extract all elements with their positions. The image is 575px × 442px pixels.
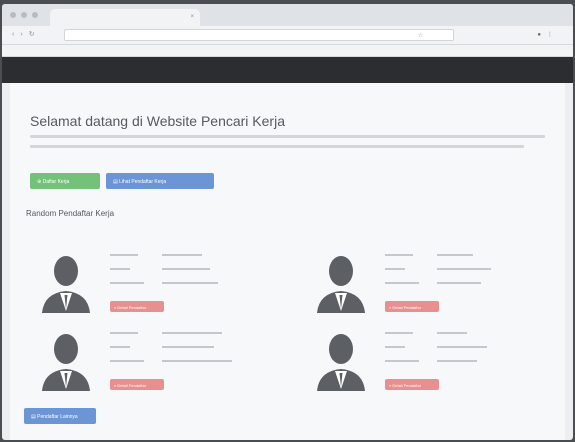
card-field — [385, 343, 545, 353]
user-avatar-icon — [42, 256, 90, 313]
user-avatar-icon — [317, 256, 365, 313]
bookmarks-bar — [2, 45, 573, 57]
screen: × ‹›↻ ☆ ●⋮ Selamat datang di Website Pen… — [2, 4, 573, 440]
window-controls[interactable] — [10, 12, 38, 18]
nav-buttons[interactable]: ‹›↻ — [12, 30, 41, 38]
applicant-card: ⌕ Detail Pendaftar — [315, 251, 555, 323]
card-field — [110, 329, 270, 339]
card-field — [110, 265, 270, 275]
maximize-window-icon[interactable] — [32, 12, 38, 18]
card-field — [385, 329, 545, 339]
detail-label: Detail Pendaftar — [117, 305, 147, 310]
address-bar: ‹›↻ ☆ ●⋮ — [2, 26, 573, 45]
lihat-pendaftar-button[interactable]: ▤ Lihat Pendaftar Kerja — [106, 173, 214, 189]
card-field — [385, 265, 545, 275]
browser-tab[interactable]: × — [50, 9, 200, 26]
detail-pendaftar-button[interactable]: ⌕ Detail Pendaftar — [110, 301, 164, 312]
detail-pendaftar-button[interactable]: ⌕ Detail Pendaftar — [110, 379, 164, 390]
page-description — [30, 135, 545, 155]
detail-label: Detail Pendaftar — [392, 305, 422, 310]
bookmark-star-icon[interactable]: ☆ — [418, 30, 423, 42]
browser-tabbar: × — [2, 4, 573, 26]
detail-label: Detail Pendaftar — [392, 383, 422, 388]
card-field — [110, 343, 270, 353]
pendaftar-lainnya-label: Pendaftar Lainnya — [37, 414, 78, 420]
close-window-icon[interactable] — [10, 12, 16, 18]
minimize-window-icon[interactable] — [21, 12, 27, 18]
reload-icon[interactable]: ↻ — [29, 31, 41, 38]
extension-icon[interactable]: ● — [537, 32, 547, 38]
url-input[interactable]: ☆ — [64, 29, 454, 41]
extension-icons[interactable]: ●⋮ — [537, 31, 559, 38]
card-field — [385, 251, 545, 261]
description-line — [30, 145, 525, 148]
daftar-kerja-label: Daftar Kerja — [42, 179, 70, 185]
applicant-card: ⌕ Detail Pendaftar — [40, 329, 280, 401]
close-tab-icon[interactable]: × — [190, 9, 194, 26]
card-field — [385, 357, 545, 367]
description-line — [30, 135, 545, 138]
page-title: Selamat datang di Website Pencari Kerja — [30, 113, 285, 129]
card-field — [110, 251, 270, 261]
user-avatar-icon — [42, 334, 90, 391]
card-field — [385, 279, 545, 289]
detail-pendaftar-button[interactable]: ⌕ Detail Pendaftar — [385, 379, 439, 390]
pendaftar-lainnya-button[interactable]: ▤ Pendaftar Lainnya — [24, 408, 96, 424]
daftar-kerja-button[interactable]: ⊕ Daftar Kerja — [30, 173, 100, 189]
card-field — [110, 279, 270, 289]
user-avatar-icon — [317, 334, 365, 391]
site-navbar — [2, 57, 573, 83]
applicant-card: ⌕ Detail Pendaftar — [40, 251, 280, 323]
page-content: Selamat datang di Website Pencari Kerja … — [10, 83, 565, 440]
applicant-card: ⌕ Detail Pendaftar — [315, 329, 555, 401]
detail-label: Detail Pendaftar — [117, 383, 147, 388]
forward-icon[interactable]: › — [20, 31, 28, 38]
card-field — [110, 357, 270, 367]
menu-icon[interactable]: ⋮ — [547, 32, 559, 38]
detail-pendaftar-button[interactable]: ⌕ Detail Pendaftar — [385, 301, 439, 312]
lihat-pendaftar-label: Lihat Pendaftar Kerja — [119, 179, 167, 185]
random-heading: Random Pendaftar Kerja — [26, 209, 115, 218]
